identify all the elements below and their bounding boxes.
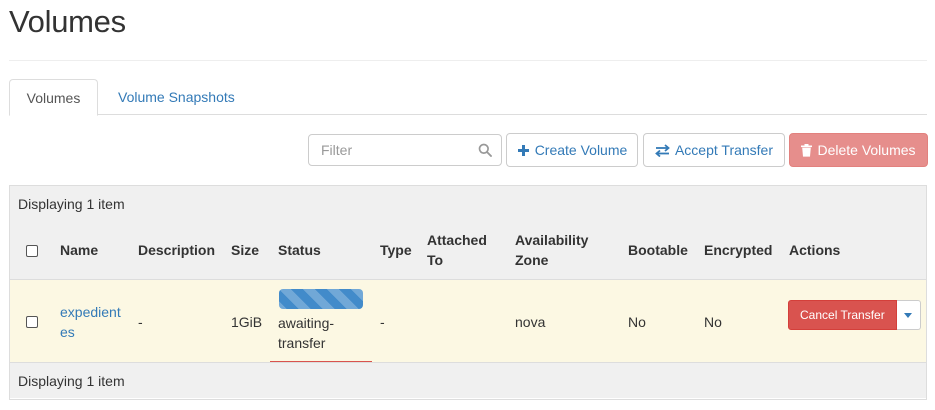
row-checkbox[interactable] [26,316,38,328]
volume-bootable: No [628,314,646,330]
select-all-checkbox[interactable] [26,245,38,257]
volume-encrypted: No [704,314,722,330]
status-progress-bar [279,289,363,309]
volume-description: - [138,314,143,330]
table-row: expedient es - 1GiB awaiting- transfer -… [10,279,926,363]
column-attached-to[interactable]: Attached To [427,230,487,270]
column-zone-line1: Availability [515,232,589,248]
table-header: Name Description Size Status Type Attach… [10,222,926,279]
caret-down-icon [904,312,913,318]
accept-transfer-button[interactable]: Accept Transfer [643,133,785,167]
column-description[interactable]: Description [138,240,215,260]
column-name[interactable]: Name [60,240,98,260]
delete-volumes-label: Delete Volumes [817,142,916,158]
volume-name-line2: es [60,324,75,340]
row-actions: Cancel Transfer [788,300,921,330]
actions-dropdown-toggle[interactable] [896,300,921,330]
volume-status: awaiting- transfer [278,313,334,353]
volume-availability-zone: nova [515,314,546,330]
item-count-top: Displaying 1 item [10,186,926,222]
delete-volumes-button[interactable]: Delete Volumes [789,133,928,167]
page-title: Volumes [9,4,126,39]
column-zone-line2: Zone [515,252,549,268]
filter-field [308,134,502,166]
tab-bar: Volumes Volume Snapshots [9,79,927,116]
item-count-bottom: Displaying 1 item [10,362,926,398]
column-size[interactable]: Size [231,240,259,260]
column-status[interactable]: Status [278,240,321,260]
column-encrypted[interactable]: Encrypted [704,240,772,260]
column-actions: Actions [789,242,841,258]
volume-type: - [380,314,385,330]
filter-input[interactable] [309,135,469,165]
trash-icon [801,143,813,157]
volume-name-line1: expedient [60,304,121,320]
volume-status-line1: awaiting- [278,315,335,331]
search-icon[interactable] [478,143,492,157]
create-volume-label: Create Volume [534,142,628,158]
column-bootable[interactable]: Bootable [628,240,688,260]
plus-icon [517,144,529,156]
volume-name-link[interactable]: expedient es [60,302,121,342]
volumes-table: Displaying 1 item Name Description Size … [9,185,927,400]
column-attached-line1: Attached [427,232,487,248]
column-availability-zone[interactable]: Availability Zone [515,230,588,270]
tab-volumes[interactable]: Volumes [9,79,98,116]
volume-size: 1GiB [231,314,263,330]
accept-transfer-label: Accept Transfer [674,142,774,158]
volume-status-line2: transfer [278,335,326,351]
column-type[interactable]: Type [380,240,412,260]
tab-volume-snapshots[interactable]: Volume Snapshots [118,79,235,115]
column-attached-line2: To [427,252,444,268]
create-volume-button[interactable]: Create Volume [506,133,638,167]
cancel-transfer-button[interactable]: Cancel Transfer [788,300,897,330]
title-divider [9,60,927,61]
exchange-icon [655,143,670,157]
